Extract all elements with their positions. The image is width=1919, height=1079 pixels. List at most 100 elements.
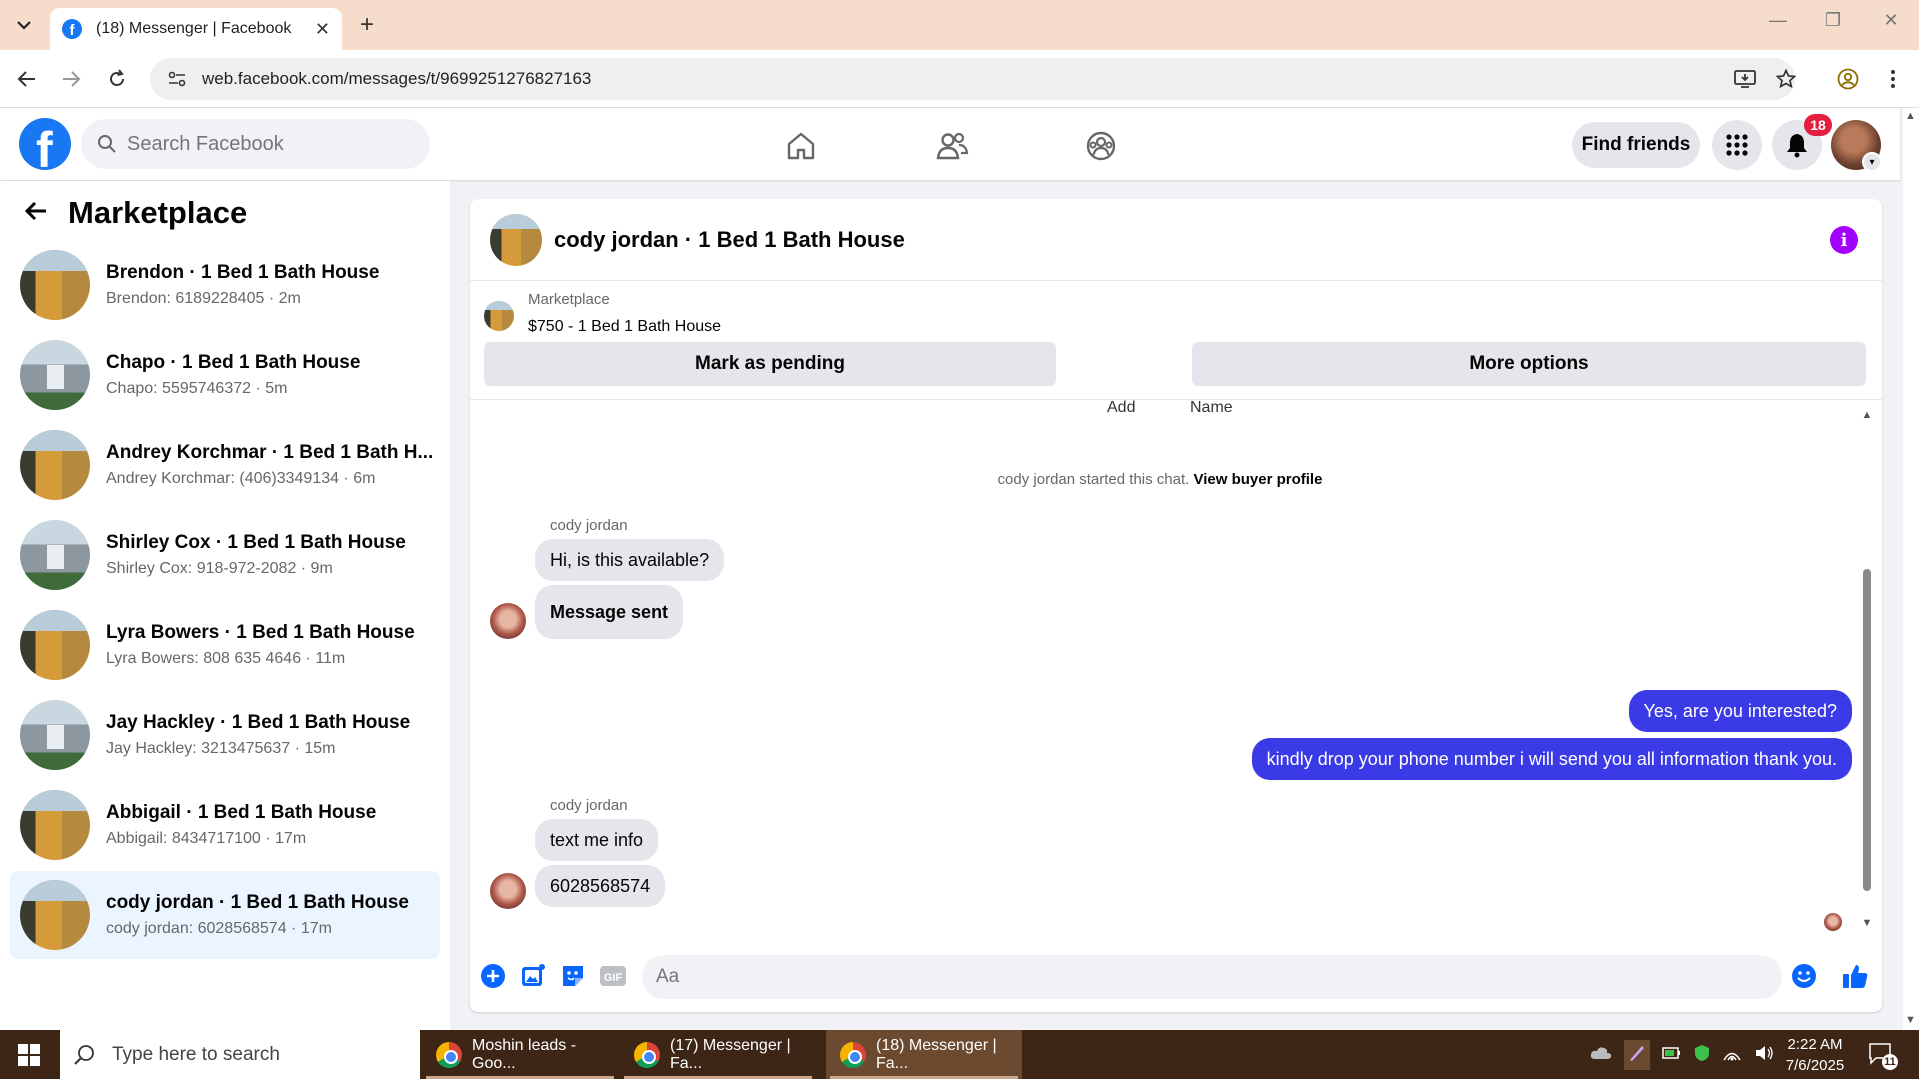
emoji-icon[interactable] bbox=[1789, 961, 1819, 991]
chat-listing-thumbnail[interactable] bbox=[490, 213, 542, 266]
new-tab-button[interactable]: + bbox=[352, 10, 382, 40]
more-options-button[interactable]: More options bbox=[1192, 342, 1866, 386]
sender-avatar[interactable] bbox=[490, 873, 526, 909]
search-icon bbox=[74, 1044, 94, 1065]
conversation-item[interactable]: Abbigail · 1 Bed 1 Bath House Abbigail: 8… bbox=[10, 781, 440, 869]
site-settings-icon[interactable] bbox=[168, 71, 186, 87]
forward-button[interactable] bbox=[56, 64, 86, 94]
info-icon[interactable]: i bbox=[1830, 226, 1858, 254]
facebook-logo-icon[interactable]: f bbox=[19, 118, 71, 170]
conversation-item[interactable]: Chapo · 1 Bed 1 Bath House Chapo: 5595746… bbox=[10, 331, 440, 419]
conversation-title: Brendon · 1 Bed 1 Bath House bbox=[106, 262, 380, 283]
onedrive-cloud-icon[interactable] bbox=[1590, 1046, 1612, 1064]
message-input-box[interactable] bbox=[642, 955, 1782, 999]
listing-thumbnail bbox=[20, 520, 90, 590]
notification-count-badge: 11 bbox=[1882, 1054, 1898, 1070]
conversation-item-active[interactable]: cody jordan · 1 Bed 1 Bath House cody jor… bbox=[10, 871, 440, 959]
facebook-search-input[interactable] bbox=[127, 132, 407, 156]
page-scroll-up-icon[interactable]: ▲ bbox=[1905, 110, 1916, 122]
chrome-icon bbox=[634, 1041, 660, 1068]
seen-indicator-avatar bbox=[1824, 913, 1842, 931]
conversation-title: Chapo · 1 Bed 1 Bath House bbox=[106, 352, 361, 373]
address-bar[interactable]: web.facebook.com/messages/t/969925127682… bbox=[150, 58, 1795, 100]
pen-tool-icon[interactable] bbox=[1624, 1039, 1650, 1070]
listing-label: Marketplace bbox=[528, 291, 610, 308]
sticker-icon[interactable] bbox=[558, 961, 588, 991]
reload-button[interactable] bbox=[102, 64, 132, 94]
listing-thumbnail bbox=[20, 250, 90, 320]
arrow-right-icon bbox=[63, 71, 81, 87]
page-scroll-down-icon[interactable]: ▼ bbox=[1905, 1014, 1916, 1026]
account-chevron-icon[interactable]: ▾ bbox=[1862, 152, 1882, 172]
install-app-icon[interactable] bbox=[1730, 64, 1760, 94]
conversation-title: Shirley Cox · 1 Bed 1 Bath House bbox=[106, 532, 406, 553]
conversation-item[interactable]: Lyra Bowers · 1 Bed 1 Bath House Lyra Bow… bbox=[10, 601, 440, 689]
scroll-down-icon[interactable]: ▼ bbox=[1860, 917, 1874, 929]
minimize-button[interactable]: — bbox=[1758, 10, 1798, 31]
outgoing-message[interactable]: Yes, are you interested? bbox=[1628, 690, 1852, 732]
plus-circle-icon[interactable] bbox=[478, 961, 508, 991]
thumbs-up-icon[interactable] bbox=[1840, 961, 1870, 991]
incoming-message[interactable]: 6028568574 bbox=[535, 865, 666, 907]
view-buyer-profile-link[interactable]: View buyer profile bbox=[1194, 471, 1323, 488]
scrollbar-thumb[interactable] bbox=[1863, 569, 1871, 891]
browser-tab-messenger[interactable]: f (18) Messenger | Facebook ✕ bbox=[50, 8, 342, 50]
conversation-preview: Jay Hackley: 3213475637 · 15m bbox=[106, 740, 336, 757]
friends-nav-icon[interactable] bbox=[932, 126, 972, 166]
chat-scrollbar[interactable]: ▲ ▼ bbox=[1860, 409, 1874, 929]
grid-icon bbox=[1726, 134, 1748, 156]
security-shield-icon[interactable] bbox=[1694, 1044, 1710, 1066]
conversation-preview: Lyra Bowers: 808 635 4646 · 11m bbox=[106, 650, 346, 667]
conversation-preview: Shirley Cox: 918-972-2082 · 9m bbox=[106, 560, 333, 577]
wifi-icon[interactable] bbox=[1722, 1045, 1742, 1065]
photo-icon[interactable] bbox=[518, 961, 548, 991]
scroll-up-icon[interactable]: ▲ bbox=[1860, 409, 1874, 421]
battery-icon[interactable] bbox=[1662, 1045, 1682, 1065]
chat-start-notice: cody jordan started this chat. View buye… bbox=[470, 471, 1850, 488]
chat-title[interactable]: cody jordan · 1 Bed 1 Bath House bbox=[554, 227, 905, 253]
taskbar-app-chrome[interactable]: Moshin leads - Goo... bbox=[422, 1030, 618, 1079]
incoming-message[interactable]: Message sent bbox=[535, 585, 684, 639]
taskbar-search-placeholder: Type here to search bbox=[112, 1043, 280, 1065]
sender-avatar[interactable] bbox=[490, 603, 526, 639]
incoming-message[interactable]: Hi, is this available? bbox=[535, 539, 725, 581]
listing-summary[interactable]: Marketplace $750 - 1 Bed 1 Bath House bbox=[484, 291, 721, 336]
home-nav-icon[interactable] bbox=[781, 126, 821, 166]
profile-account-icon[interactable] bbox=[1833, 64, 1863, 94]
taskbar-clock[interactable]: 2:22 AM 7/6/2025 bbox=[1770, 1034, 1860, 1076]
taskbar-app-chrome-active[interactable]: (18) Messenger | Fa... bbox=[826, 1030, 1022, 1079]
message-composer: GIF bbox=[470, 947, 1882, 1007]
groups-nav-icon[interactable] bbox=[1081, 126, 1121, 166]
page-scrollbar[interactable]: ▲ ▼ bbox=[1903, 108, 1919, 1030]
menu-grid-button[interactable] bbox=[1712, 120, 1762, 170]
back-arrow-icon[interactable] bbox=[24, 196, 48, 230]
restore-button[interactable]: ❐ bbox=[1813, 10, 1853, 31]
conversation-title: Jay Hackley · 1 Bed 1 Bath House bbox=[106, 712, 411, 733]
windows-start-button[interactable] bbox=[0, 1030, 58, 1079]
gif-icon[interactable]: GIF bbox=[598, 961, 628, 991]
incoming-message[interactable]: text me info bbox=[535, 819, 659, 861]
tab-close-icon[interactable]: ✕ bbox=[315, 19, 330, 40]
action-center-button[interactable]: 11 bbox=[1868, 1042, 1898, 1070]
tab-search-button[interactable] bbox=[8, 10, 40, 40]
bookmark-star-icon[interactable] bbox=[1771, 64, 1801, 94]
windows-logo-icon bbox=[18, 1043, 40, 1066]
close-window-button[interactable]: ✕ bbox=[1871, 10, 1911, 31]
svg-text:GIF: GIF bbox=[604, 972, 623, 984]
browser-toolbar: web.facebook.com/messages/t/969925127682… bbox=[0, 50, 1919, 108]
back-button[interactable] bbox=[12, 64, 42, 94]
browser-menu-icon[interactable] bbox=[1878, 64, 1908, 94]
outgoing-message[interactable]: kindly drop your phone number i will sen… bbox=[1251, 738, 1852, 780]
message-input[interactable] bbox=[656, 966, 1706, 988]
mark-as-pending-button[interactable]: Mark as pending bbox=[484, 342, 1056, 386]
search-icon bbox=[98, 135, 116, 153]
taskbar-app-chrome[interactable]: (17) Messenger | Fa... bbox=[620, 1030, 816, 1079]
conversation-item[interactable]: Jay Hackley · 1 Bed 1 Bath House Jay Hack… bbox=[10, 691, 440, 779]
taskbar-search[interactable]: Type here to search bbox=[60, 1030, 420, 1079]
conversation-item[interactable]: Andrey Korchmar · 1 Bed 1 Bath H... Andre… bbox=[10, 421, 440, 509]
find-friends-button[interactable]: Find friends bbox=[1572, 122, 1700, 168]
conversation-item[interactable]: Brendon · 1 Bed 1 Bath House Brendon: 618… bbox=[10, 241, 440, 329]
conversation-item[interactable]: Shirley Cox · 1 Bed 1 Bath House Shirley … bbox=[10, 511, 440, 599]
facebook-search[interactable] bbox=[81, 119, 430, 169]
chat-header: cody jordan · 1 Bed 1 Bath House bbox=[470, 199, 1882, 281]
